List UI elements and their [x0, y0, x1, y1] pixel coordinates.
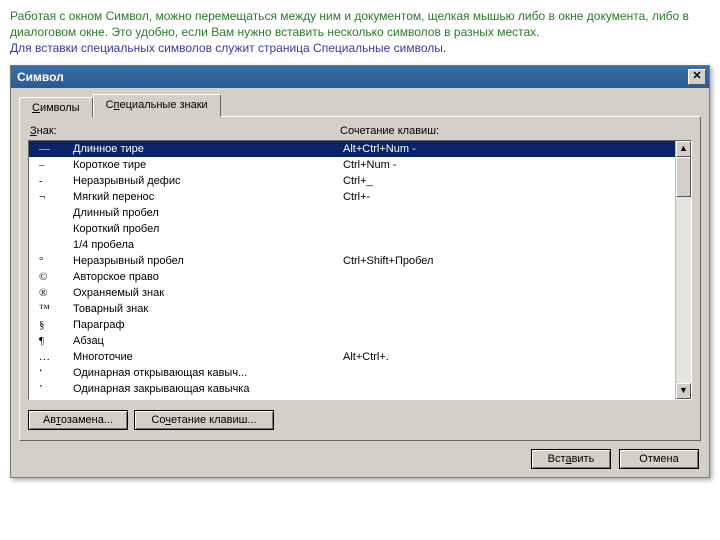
row-shortcut: Ctrl+- — [343, 189, 675, 205]
row-name: 1/4 пробела — [73, 237, 343, 253]
tab-symbols-label: имволы — [40, 102, 80, 114]
row-glyph: © — [33, 269, 73, 285]
list-row[interactable]: ¶Абзац — [29, 333, 675, 349]
row-shortcut — [343, 333, 675, 349]
row-glyph: – — [33, 157, 73, 173]
row-name: Охраняемый знак — [73, 285, 343, 301]
row-glyph: ° — [33, 253, 73, 269]
row-glyph: ¬ — [33, 189, 73, 205]
row-glyph: § — [33, 317, 73, 333]
row-name: Длинное тире — [73, 141, 343, 157]
row-glyph: … — [33, 349, 73, 365]
titlebar[interactable]: Символ ✕ — [11, 66, 709, 88]
row-shortcut — [343, 221, 675, 237]
cancel-button[interactable]: Отмена — [619, 449, 699, 469]
row-name: Товарный знак — [73, 301, 343, 317]
symbol-dialog: Символ ✕ Символы Специальные знаки Знак:… — [10, 65, 710, 478]
list-row[interactable]: °Неразрывный пробелCtrl+Shift+Пробел — [29, 253, 675, 269]
row-glyph: ® — [33, 285, 73, 301]
row-shortcut — [343, 285, 675, 301]
row-name: Мягкий перенос — [73, 189, 343, 205]
list-row[interactable]: 1/4 пробела — [29, 237, 675, 253]
list-row[interactable]: ©Авторское право — [29, 269, 675, 285]
row-shortcut — [343, 317, 675, 333]
row-shortcut — [343, 381, 675, 397]
row-shortcut — [343, 269, 675, 285]
row-glyph — [33, 205, 73, 221]
row-name: Авторское право — [73, 269, 343, 285]
list-row[interactable]: Короткий пробел — [29, 221, 675, 237]
row-shortcut: Alt+Ctrl+. — [343, 349, 675, 365]
shortcut-button[interactable]: Сочетание клавиш... — [134, 410, 274, 430]
row-glyph — [33, 237, 73, 253]
row-shortcut: Alt+Ctrl+Num - — [343, 141, 675, 157]
row-shortcut: Ctrl+Num - — [343, 157, 675, 173]
list-row[interactable]: -Неразрывный дефисCtrl+_ — [29, 173, 675, 189]
row-name: Многоточие — [73, 349, 343, 365]
list-row[interactable]: –Короткое тиреCtrl+Num - — [29, 157, 675, 173]
row-glyph: - — [33, 173, 73, 189]
autocorrect-button[interactable]: Автозамена... — [28, 410, 128, 430]
tab-strip: Символы Специальные знаки — [19, 94, 701, 117]
intro-text: Работая с окном Символ, можно перемещать… — [0, 0, 720, 61]
row-shortcut — [343, 237, 675, 253]
row-shortcut — [343, 365, 675, 381]
row-glyph: — — [33, 141, 73, 157]
row-glyph: ‘ — [33, 365, 73, 381]
row-name: Одинарная закрывающая кавычка — [73, 381, 343, 397]
row-name: Двойная открывающая кавычка — [73, 397, 343, 399]
close-button[interactable]: ✕ — [688, 69, 706, 85]
row-shortcut: Ctrl+Shift+Пробел — [343, 253, 675, 269]
row-glyph — [33, 221, 73, 237]
row-glyph: ™ — [33, 301, 73, 317]
header-shortcut: Сочетание клавиш: — [340, 125, 439, 137]
row-name: Одинарная открывающая кавыч... — [73, 365, 343, 381]
list-row[interactable]: ¬Мягкий переносCtrl+- — [29, 189, 675, 205]
list-row[interactable]: —Длинное тиреAlt+Ctrl+Num - — [29, 141, 675, 157]
row-name: Неразрывный пробел — [73, 253, 343, 269]
row-shortcut — [343, 397, 675, 399]
row-glyph: “ — [33, 397, 73, 399]
tab-symbols[interactable]: Символы — [19, 97, 93, 117]
intro-line2: Для вставки специальных символов служит … — [10, 41, 446, 55]
header-char: Знак: — [30, 125, 340, 137]
list-row[interactable]: ®Охраняемый знак — [29, 285, 675, 301]
vertical-scrollbar[interactable]: ▲ ▼ — [675, 141, 691, 399]
row-name: Неразрывный дефис — [73, 173, 343, 189]
row-glyph: ’ — [33, 381, 73, 397]
row-name: Абзац — [73, 333, 343, 349]
row-shortcut — [343, 301, 675, 317]
list-row[interactable]: §Параграф — [29, 317, 675, 333]
row-glyph: ¶ — [33, 333, 73, 349]
list-row[interactable]: “Двойная открывающая кавычка — [29, 397, 675, 399]
special-char-list[interactable]: —Длинное тиреAlt+Ctrl+Num -–Короткое тир… — [28, 140, 692, 400]
scroll-up-button[interactable]: ▲ — [676, 141, 691, 157]
row-name: Короткий пробел — [73, 221, 343, 237]
list-row[interactable]: ’Одинарная закрывающая кавычка — [29, 381, 675, 397]
list-row[interactable]: ‘Одинарная открывающая кавыч... — [29, 365, 675, 381]
tab-special[interactable]: Специальные знаки — [93, 94, 221, 117]
row-shortcut: Ctrl+_ — [343, 173, 675, 189]
tab-body: Знак: Сочетание клавиш: —Длинное тиреAlt… — [19, 116, 701, 441]
scroll-track[interactable] — [676, 157, 691, 383]
row-name: Длинный пробел — [73, 205, 343, 221]
list-row[interactable]: …МноготочиеAlt+Ctrl+. — [29, 349, 675, 365]
list-row[interactable]: ™Товарный знак — [29, 301, 675, 317]
scroll-down-button[interactable]: ▼ — [676, 383, 691, 399]
row-name: Короткое тире — [73, 157, 343, 173]
row-name: Параграф — [73, 317, 343, 333]
scroll-thumb[interactable] — [676, 157, 691, 197]
intro-line1: Работая с окном Символ, можно перемещать… — [10, 9, 689, 39]
list-row[interactable]: Длинный пробел — [29, 205, 675, 221]
dialog-title: Символ — [17, 70, 688, 84]
insert-button[interactable]: Вставить — [531, 449, 611, 469]
row-shortcut — [343, 205, 675, 221]
